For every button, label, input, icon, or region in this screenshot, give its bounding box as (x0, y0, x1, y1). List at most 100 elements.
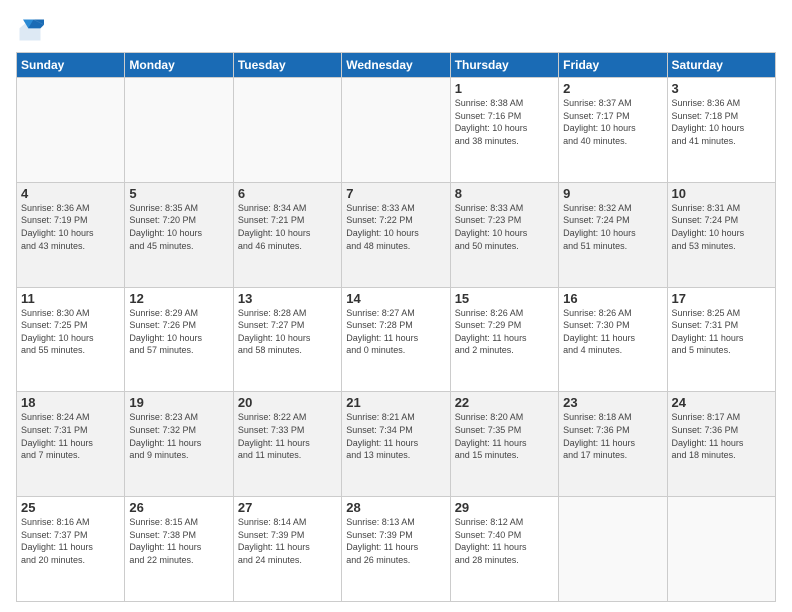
day-cell: 9Sunrise: 8:32 AMSunset: 7:24 PMDaylight… (559, 182, 667, 287)
day-number: 4 (21, 186, 120, 201)
day-cell: 22Sunrise: 8:20 AMSunset: 7:35 PMDayligh… (450, 392, 558, 497)
day-info: Sunrise: 8:29 AMSunset: 7:26 PMDaylight:… (129, 307, 228, 357)
day-header-wednesday: Wednesday (342, 53, 450, 78)
day-number: 29 (455, 500, 554, 515)
day-cell (342, 78, 450, 183)
day-cell (17, 78, 125, 183)
day-info: Sunrise: 8:36 AMSunset: 7:19 PMDaylight:… (21, 202, 120, 252)
day-cell (667, 497, 775, 602)
page: SundayMondayTuesdayWednesdayThursdayFrid… (0, 0, 792, 612)
day-number: 25 (21, 500, 120, 515)
day-info: Sunrise: 8:24 AMSunset: 7:31 PMDaylight:… (21, 411, 120, 461)
day-number: 19 (129, 395, 228, 410)
day-number: 24 (672, 395, 771, 410)
day-cell: 21Sunrise: 8:21 AMSunset: 7:34 PMDayligh… (342, 392, 450, 497)
week-row-3: 18Sunrise: 8:24 AMSunset: 7:31 PMDayligh… (17, 392, 776, 497)
day-number: 1 (455, 81, 554, 96)
day-info: Sunrise: 8:28 AMSunset: 7:27 PMDaylight:… (238, 307, 337, 357)
day-number: 23 (563, 395, 662, 410)
day-cell: 13Sunrise: 8:28 AMSunset: 7:27 PMDayligh… (233, 287, 341, 392)
day-info: Sunrise: 8:18 AMSunset: 7:36 PMDaylight:… (563, 411, 662, 461)
day-cell: 15Sunrise: 8:26 AMSunset: 7:29 PMDayligh… (450, 287, 558, 392)
day-number: 17 (672, 291, 771, 306)
day-number: 8 (455, 186, 554, 201)
day-number: 27 (238, 500, 337, 515)
day-info: Sunrise: 8:23 AMSunset: 7:32 PMDaylight:… (129, 411, 228, 461)
day-header-thursday: Thursday (450, 53, 558, 78)
day-info: Sunrise: 8:22 AMSunset: 7:33 PMDaylight:… (238, 411, 337, 461)
day-info: Sunrise: 8:12 AMSunset: 7:40 PMDaylight:… (455, 516, 554, 566)
day-info: Sunrise: 8:36 AMSunset: 7:18 PMDaylight:… (672, 97, 771, 147)
day-cell (125, 78, 233, 183)
day-info: Sunrise: 8:27 AMSunset: 7:28 PMDaylight:… (346, 307, 445, 357)
day-cell: 8Sunrise: 8:33 AMSunset: 7:23 PMDaylight… (450, 182, 558, 287)
day-info: Sunrise: 8:38 AMSunset: 7:16 PMDaylight:… (455, 97, 554, 147)
day-cell (559, 497, 667, 602)
day-info: Sunrise: 8:30 AMSunset: 7:25 PMDaylight:… (21, 307, 120, 357)
day-cell: 10Sunrise: 8:31 AMSunset: 7:24 PMDayligh… (667, 182, 775, 287)
day-number: 3 (672, 81, 771, 96)
logo-icon (16, 16, 44, 44)
day-info: Sunrise: 8:13 AMSunset: 7:39 PMDaylight:… (346, 516, 445, 566)
day-cell: 11Sunrise: 8:30 AMSunset: 7:25 PMDayligh… (17, 287, 125, 392)
day-number: 6 (238, 186, 337, 201)
day-number: 26 (129, 500, 228, 515)
day-info: Sunrise: 8:26 AMSunset: 7:30 PMDaylight:… (563, 307, 662, 357)
day-cell: 16Sunrise: 8:26 AMSunset: 7:30 PMDayligh… (559, 287, 667, 392)
day-info: Sunrise: 8:14 AMSunset: 7:39 PMDaylight:… (238, 516, 337, 566)
day-cell: 12Sunrise: 8:29 AMSunset: 7:26 PMDayligh… (125, 287, 233, 392)
day-number: 18 (21, 395, 120, 410)
day-header-tuesday: Tuesday (233, 53, 341, 78)
day-cell: 4Sunrise: 8:36 AMSunset: 7:19 PMDaylight… (17, 182, 125, 287)
day-cell: 19Sunrise: 8:23 AMSunset: 7:32 PMDayligh… (125, 392, 233, 497)
day-cell: 14Sunrise: 8:27 AMSunset: 7:28 PMDayligh… (342, 287, 450, 392)
calendar-table: SundayMondayTuesdayWednesdayThursdayFrid… (16, 52, 776, 602)
day-info: Sunrise: 8:33 AMSunset: 7:23 PMDaylight:… (455, 202, 554, 252)
day-number: 15 (455, 291, 554, 306)
week-row-2: 11Sunrise: 8:30 AMSunset: 7:25 PMDayligh… (17, 287, 776, 392)
day-info: Sunrise: 8:20 AMSunset: 7:35 PMDaylight:… (455, 411, 554, 461)
day-number: 13 (238, 291, 337, 306)
week-row-4: 25Sunrise: 8:16 AMSunset: 7:37 PMDayligh… (17, 497, 776, 602)
day-cell: 7Sunrise: 8:33 AMSunset: 7:22 PMDaylight… (342, 182, 450, 287)
week-row-0: 1Sunrise: 8:38 AMSunset: 7:16 PMDaylight… (17, 78, 776, 183)
day-cell (233, 78, 341, 183)
day-cell: 1Sunrise: 8:38 AMSunset: 7:16 PMDaylight… (450, 78, 558, 183)
day-header-monday: Monday (125, 53, 233, 78)
day-number: 10 (672, 186, 771, 201)
day-number: 7 (346, 186, 445, 201)
day-number: 16 (563, 291, 662, 306)
day-header-sunday: Sunday (17, 53, 125, 78)
day-number: 28 (346, 500, 445, 515)
day-number: 20 (238, 395, 337, 410)
day-cell: 27Sunrise: 8:14 AMSunset: 7:39 PMDayligh… (233, 497, 341, 602)
day-info: Sunrise: 8:16 AMSunset: 7:37 PMDaylight:… (21, 516, 120, 566)
header (16, 16, 776, 44)
day-cell: 28Sunrise: 8:13 AMSunset: 7:39 PMDayligh… (342, 497, 450, 602)
day-cell: 2Sunrise: 8:37 AMSunset: 7:17 PMDaylight… (559, 78, 667, 183)
day-cell: 26Sunrise: 8:15 AMSunset: 7:38 PMDayligh… (125, 497, 233, 602)
day-number: 2 (563, 81, 662, 96)
day-header-saturday: Saturday (667, 53, 775, 78)
day-cell: 18Sunrise: 8:24 AMSunset: 7:31 PMDayligh… (17, 392, 125, 497)
day-info: Sunrise: 8:32 AMSunset: 7:24 PMDaylight:… (563, 202, 662, 252)
day-header-friday: Friday (559, 53, 667, 78)
day-info: Sunrise: 8:35 AMSunset: 7:20 PMDaylight:… (129, 202, 228, 252)
week-row-1: 4Sunrise: 8:36 AMSunset: 7:19 PMDaylight… (17, 182, 776, 287)
day-number: 14 (346, 291, 445, 306)
days-header-row: SundayMondayTuesdayWednesdayThursdayFrid… (17, 53, 776, 78)
day-cell: 5Sunrise: 8:35 AMSunset: 7:20 PMDaylight… (125, 182, 233, 287)
day-cell: 29Sunrise: 8:12 AMSunset: 7:40 PMDayligh… (450, 497, 558, 602)
day-number: 12 (129, 291, 228, 306)
day-info: Sunrise: 8:31 AMSunset: 7:24 PMDaylight:… (672, 202, 771, 252)
day-cell: 3Sunrise: 8:36 AMSunset: 7:18 PMDaylight… (667, 78, 775, 183)
day-info: Sunrise: 8:26 AMSunset: 7:29 PMDaylight:… (455, 307, 554, 357)
day-info: Sunrise: 8:34 AMSunset: 7:21 PMDaylight:… (238, 202, 337, 252)
day-number: 21 (346, 395, 445, 410)
day-info: Sunrise: 8:37 AMSunset: 7:17 PMDaylight:… (563, 97, 662, 147)
day-number: 9 (563, 186, 662, 201)
logo (16, 16, 48, 44)
day-cell: 6Sunrise: 8:34 AMSunset: 7:21 PMDaylight… (233, 182, 341, 287)
day-number: 11 (21, 291, 120, 306)
day-info: Sunrise: 8:15 AMSunset: 7:38 PMDaylight:… (129, 516, 228, 566)
